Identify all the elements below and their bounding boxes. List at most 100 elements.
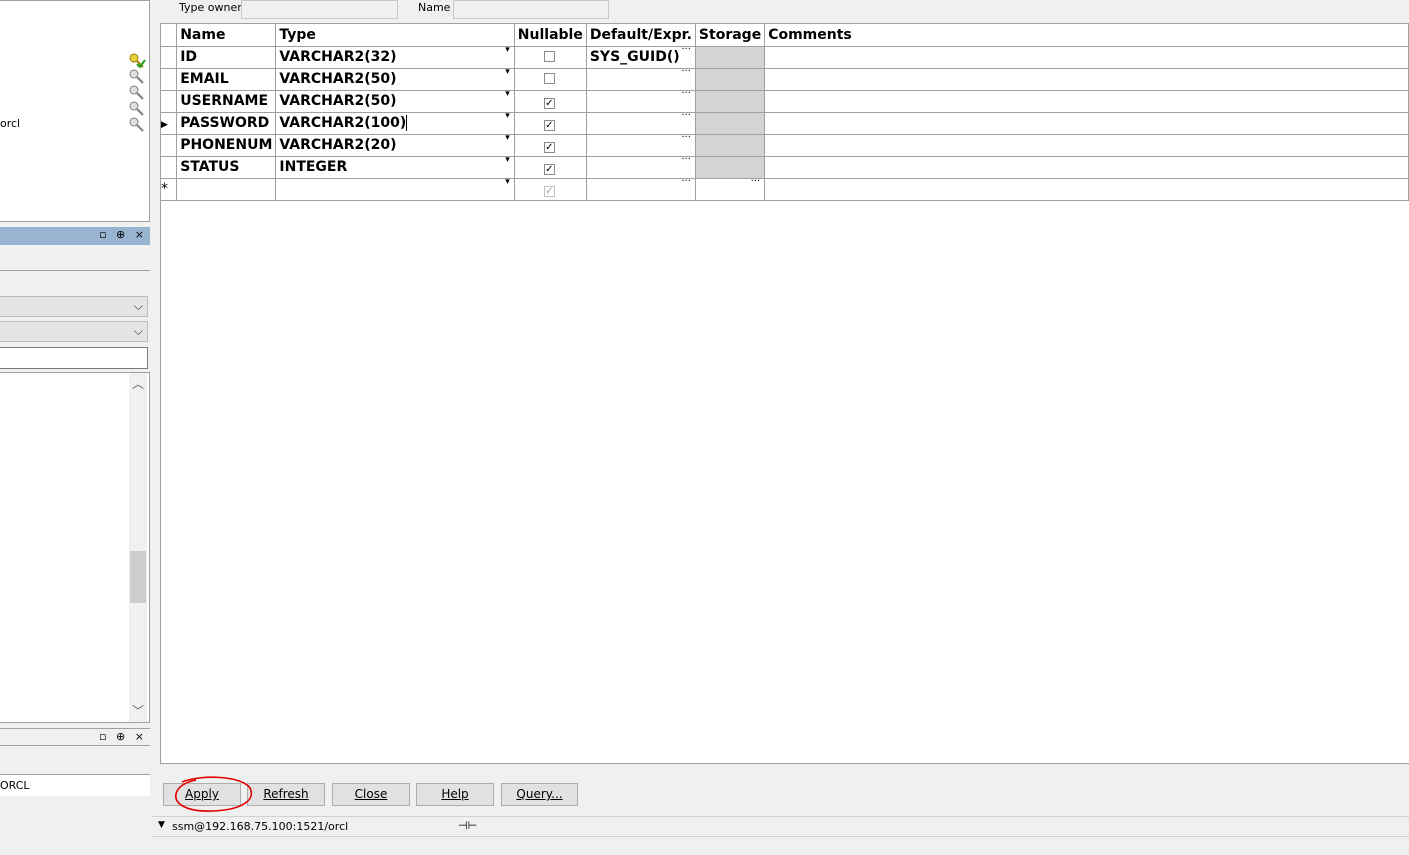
connection-status[interactable]: ssm@192.168.75.100:1521/orcl bbox=[172, 820, 348, 833]
object-list[interactable]: ︿ ﹀ bbox=[0, 372, 150, 723]
row-indicator[interactable]: ▶ bbox=[161, 112, 178, 135]
cell-nullable[interactable]: ✓ bbox=[514, 178, 587, 201]
query-button[interactable]: Query... bbox=[501, 783, 578, 806]
cell-type[interactable]: VARCHAR2(32) ▾ bbox=[275, 46, 515, 69]
cell-type[interactable]: VARCHAR2(20) ▾ bbox=[275, 134, 515, 157]
dropdown-icon[interactable]: ▾ bbox=[505, 178, 510, 187]
ellipsis-icon[interactable]: ··· bbox=[681, 134, 691, 143]
cell-storage[interactable]: ··· bbox=[695, 178, 766, 201]
cell-name[interactable]: STATUS bbox=[176, 156, 277, 179]
ellipsis-icon[interactable]: ··· bbox=[681, 112, 691, 121]
filter-combo-2[interactable]: ⌵ bbox=[0, 321, 148, 342]
cell-nullable[interactable]: ✓ bbox=[514, 134, 587, 157]
cell-default[interactable]: ··· bbox=[586, 68, 696, 91]
cell-type[interactable]: VARCHAR2(50) ▾ bbox=[275, 68, 515, 91]
cell-nullable[interactable]: ✓ bbox=[514, 90, 587, 113]
cell-name[interactable]: PHONENUM bbox=[176, 134, 277, 157]
close-button[interactable]: Close bbox=[332, 783, 410, 806]
column-header-nullable[interactable]: Nullable bbox=[514, 24, 587, 47]
dropdown-icon[interactable]: ▾ bbox=[505, 112, 510, 121]
nullable-checkbox[interactable]: ✓ bbox=[543, 142, 555, 153]
table-row[interactable]: ID VARCHAR2(32) ▾ SYS_GUID() ··· bbox=[161, 46, 1409, 69]
table-row[interactable]: ▶ PASSWORD VARCHAR2(100) ▾ ✓ ··· bbox=[161, 112, 1409, 135]
cell-comments[interactable] bbox=[764, 68, 1409, 91]
panel-header-active[interactable]: ▫ ⊕ × bbox=[0, 227, 150, 245]
apply-button[interactable]: Apply bbox=[163, 783, 241, 806]
column-header-storage[interactable]: Storage bbox=[695, 24, 766, 47]
nullable-checkbox[interactable]: ✓ bbox=[543, 164, 555, 175]
vertical-scrollbar[interactable]: ︿ ﹀ bbox=[129, 373, 147, 722]
connection-tree[interactable]: orcl bbox=[0, 0, 150, 222]
cell-comments[interactable] bbox=[764, 46, 1409, 69]
nullable-checkbox[interactable] bbox=[543, 73, 555, 84]
cell-name[interactable]: EMAIL bbox=[176, 68, 277, 91]
ellipsis-icon[interactable]: ··· bbox=[681, 68, 691, 77]
row-indicator[interactable] bbox=[161, 46, 178, 69]
dropdown-icon[interactable]: ▾ bbox=[505, 134, 510, 143]
filter-combo-1[interactable]: ⌵ bbox=[0, 296, 148, 317]
panel-header-inactive[interactable]: ▫ ⊕ × bbox=[0, 728, 150, 746]
cell-name[interactable]: ID bbox=[176, 46, 277, 69]
ellipsis-icon[interactable]: ··· bbox=[681, 46, 691, 55]
table-row[interactable]: STATUS INTEGER ▾ ✓ ··· bbox=[161, 156, 1409, 179]
cell-default[interactable]: ··· bbox=[586, 90, 696, 113]
cell-comments[interactable] bbox=[764, 134, 1409, 157]
panel-window-buttons[interactable]: ▫ ⊕ × bbox=[99, 730, 147, 743]
pin-icon[interactable]: ⊣⊢ bbox=[458, 819, 477, 832]
row-indicator[interactable] bbox=[161, 134, 178, 157]
cell-nullable[interactable] bbox=[514, 68, 587, 91]
filter-input[interactable] bbox=[0, 347, 148, 369]
cell-storage[interactable] bbox=[695, 112, 766, 135]
row-indicator[interactable] bbox=[161, 68, 178, 91]
cell-default[interactable]: SYS_GUID() ··· bbox=[586, 46, 696, 69]
cell-storage[interactable] bbox=[695, 68, 766, 91]
type-owner-field[interactable] bbox=[241, 0, 398, 19]
cell-default[interactable]: ··· bbox=[586, 156, 696, 179]
cell-type[interactable]: ▾ bbox=[275, 178, 515, 201]
column-header-type[interactable]: Type bbox=[275, 24, 515, 47]
cell-type[interactable]: INTEGER ▾ bbox=[275, 156, 515, 179]
dropdown-arrow-icon[interactable]: ▼ bbox=[158, 820, 165, 830]
dropdown-icon[interactable]: ▾ bbox=[505, 46, 510, 55]
panel-window-buttons[interactable]: ▫ ⊕ × bbox=[99, 228, 147, 241]
table-row[interactable]: PHONENUM VARCHAR2(20) ▾ ✓ ··· bbox=[161, 134, 1409, 157]
chevron-down-icon[interactable]: ﹀ bbox=[129, 702, 147, 720]
row-indicator[interactable] bbox=[161, 156, 178, 179]
cell-comments[interactable] bbox=[764, 156, 1409, 179]
cell-nullable[interactable]: ✓ bbox=[514, 112, 587, 135]
ellipsis-icon[interactable]: ··· bbox=[751, 178, 761, 187]
cell-name[interactable]: PASSWORD bbox=[176, 112, 277, 135]
cell-comments[interactable] bbox=[764, 90, 1409, 113]
nullable-checkbox[interactable] bbox=[543, 51, 555, 62]
scroll-thumb[interactable] bbox=[130, 551, 146, 603]
cell-comments[interactable] bbox=[764, 112, 1409, 135]
column-header-name[interactable]: Name bbox=[176, 24, 277, 47]
cell-comments[interactable] bbox=[764, 178, 1409, 201]
cell-default[interactable]: ··· bbox=[586, 178, 696, 201]
cell-storage[interactable] bbox=[695, 156, 766, 179]
columns-grid[interactable]: Name Type Nullable Default/Expr. Storage… bbox=[160, 23, 1409, 764]
cell-nullable[interactable] bbox=[514, 46, 587, 69]
cell-type[interactable]: VARCHAR2(100) ▾ bbox=[275, 112, 515, 135]
table-row[interactable]: USERNAME VARCHAR2(50) ▾ ✓ ··· bbox=[161, 90, 1409, 113]
cell-storage[interactable] bbox=[695, 46, 766, 69]
chevron-up-icon[interactable]: ︿ bbox=[129, 375, 147, 393]
help-button[interactable]: Help bbox=[416, 783, 494, 806]
nullable-checkbox[interactable]: ✓ bbox=[543, 98, 555, 109]
dropdown-icon[interactable]: ▾ bbox=[505, 90, 510, 99]
cell-nullable[interactable]: ✓ bbox=[514, 156, 587, 179]
cell-name[interactable] bbox=[176, 178, 277, 201]
table-row[interactable]: EMAIL VARCHAR2(50) ▾ ··· bbox=[161, 68, 1409, 91]
cell-type[interactable]: VARCHAR2(50) ▾ bbox=[275, 90, 515, 113]
ellipsis-icon[interactable]: ··· bbox=[681, 178, 691, 187]
cell-storage[interactable] bbox=[695, 134, 766, 157]
refresh-button[interactable]: Refresh bbox=[247, 783, 325, 806]
nullable-checkbox[interactable]: ✓ bbox=[543, 186, 555, 197]
ellipsis-icon[interactable]: ··· bbox=[681, 156, 691, 165]
dropdown-icon[interactable]: ▾ bbox=[505, 68, 510, 77]
cell-default[interactable]: ··· bbox=[586, 112, 696, 135]
new-row[interactable]: * ▾ ✓ ··· ··· bbox=[161, 178, 1409, 201]
ellipsis-icon[interactable]: ··· bbox=[681, 90, 691, 99]
nullable-checkbox[interactable]: ✓ bbox=[543, 120, 555, 131]
cell-storage[interactable] bbox=[695, 90, 766, 113]
